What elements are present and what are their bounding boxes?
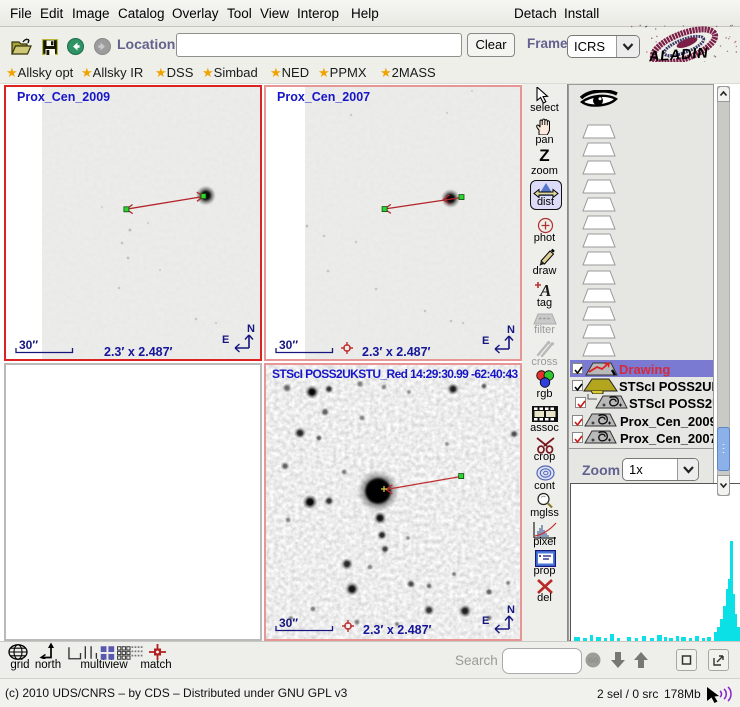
svg-text:30″: 30″ (19, 338, 38, 352)
svg-text:N: N (507, 604, 515, 616)
svg-text:GO: GO (588, 658, 598, 665)
svg-text:N: N (507, 324, 515, 336)
svg-text:30″: 30″ (279, 338, 298, 352)
svg-text:E: E (482, 615, 489, 627)
svg-text:E: E (222, 334, 229, 346)
svg-text:2.3′ x 2.487′: 2.3′ x 2.487′ (363, 623, 432, 637)
svg-text:2.3′ x 2.487′: 2.3′ x 2.487′ (104, 345, 173, 359)
svg-text:E: E (482, 335, 489, 347)
svg-text:N: N (247, 323, 255, 335)
svg-text:2.3′ x 2.487′: 2.3′ x 2.487′ (362, 345, 431, 359)
svg-text:30″: 30″ (279, 616, 298, 630)
